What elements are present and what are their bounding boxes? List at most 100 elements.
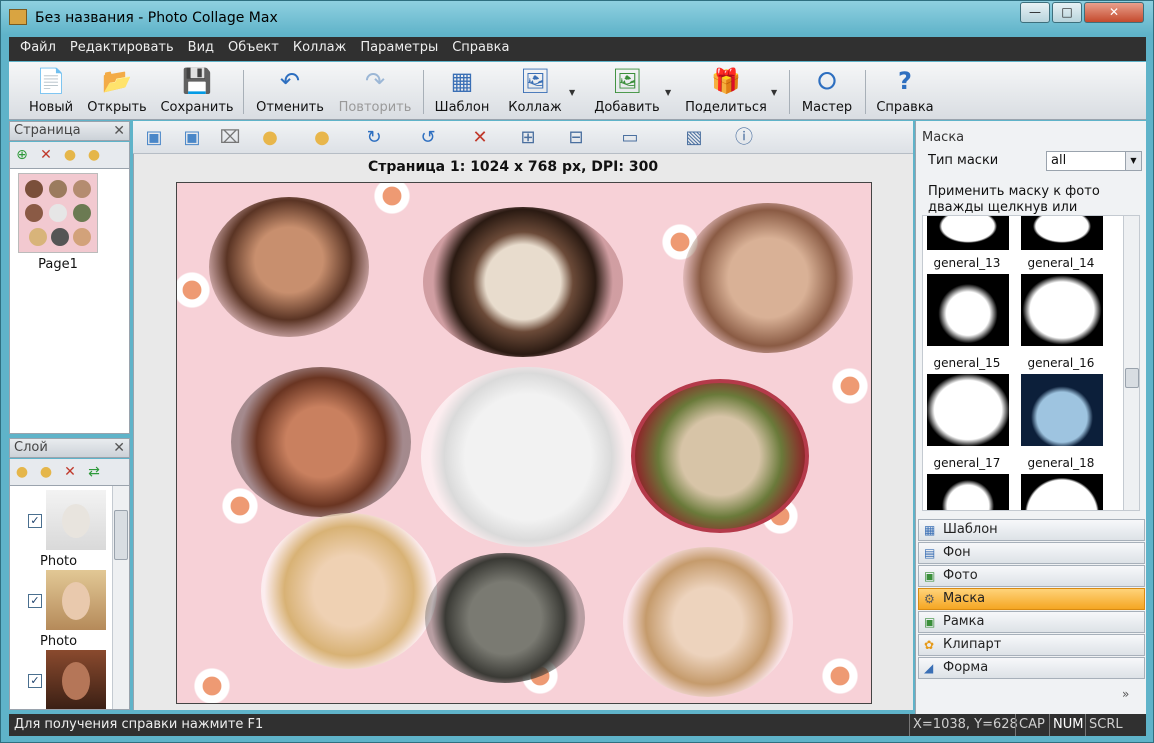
layer-checkbox[interactable]: ✓ xyxy=(28,514,42,528)
menu-help[interactable]: Справка xyxy=(445,37,516,59)
mask-general-13[interactable] xyxy=(927,216,1009,250)
layer-checkbox[interactable]: ✓ xyxy=(28,674,42,688)
layer-panel-tools: ● ● ✕ ⇄ xyxy=(9,459,130,485)
move-down-icon[interactable]: ● xyxy=(84,145,104,165)
menu-edit[interactable]: Редактировать xyxy=(63,37,181,59)
accordion-template[interactable]: ▦ Шаблон xyxy=(918,519,1145,541)
page-panel-close-icon[interactable]: ✕ xyxy=(113,122,125,140)
mask-general-15[interactable] xyxy=(927,274,1009,346)
collage-photo-woman-thinking[interactable] xyxy=(683,203,853,353)
collage-photo-woman-sunglasses[interactable] xyxy=(209,197,369,337)
layer-thumbnail[interactable] xyxy=(46,570,106,630)
size-icon[interactable]: ▭ xyxy=(617,126,643,150)
menu-settings[interactable]: Параметры xyxy=(353,37,445,59)
mask-hint-line2: дважды щелкнув или xyxy=(928,200,1078,214)
collage-photo-woman-face[interactable] xyxy=(231,367,411,517)
layer-down-icon[interactable]: ● xyxy=(36,462,56,482)
mask-general-14[interactable] xyxy=(1021,216,1103,250)
status-help-text: Для получения справки нажмите F1 xyxy=(14,717,264,732)
mask-general-17[interactable] xyxy=(927,374,1009,446)
undo-button[interactable]: ↶ Отменить xyxy=(253,64,327,115)
minimize-button[interactable]: — xyxy=(1020,2,1050,23)
image-icon[interactable]: ▣ xyxy=(141,126,167,150)
flower-decoration xyxy=(827,363,871,409)
accordion-frame[interactable]: ▣ Рамка xyxy=(918,611,1145,633)
accordion-photo[interactable]: ▣ Фото xyxy=(918,565,1145,587)
photo-icon[interactable]: ▣ xyxy=(179,126,205,150)
redo-button[interactable]: ↷ Повторить xyxy=(335,64,415,115)
save-label: Сохранить xyxy=(160,100,234,115)
crop-icon[interactable]: ⌧ xyxy=(217,126,243,150)
add-page-icon[interactable]: ⊕ xyxy=(12,145,32,165)
menu-file[interactable]: Файл xyxy=(9,37,63,59)
remove-background-icon[interactable]: ▧ xyxy=(681,126,707,150)
collage-photo-two-kittens[interactable] xyxy=(631,379,809,533)
collage-photo-gray-cat[interactable] xyxy=(425,553,585,683)
layer-thumbnail[interactable] xyxy=(46,650,106,709)
mask-label: general_14 xyxy=(1027,256,1095,270)
accordion-shape[interactable]: ◢ Форма xyxy=(918,657,1145,679)
collage-dropdown-icon[interactable]: ▼ xyxy=(569,88,575,97)
maximize-button[interactable]: □ xyxy=(1052,2,1082,23)
mask-scrollbar-thumb[interactable] xyxy=(1125,368,1139,388)
accordion-background[interactable]: ▤ Фон xyxy=(918,542,1145,564)
layer-checkbox[interactable]: ✓ xyxy=(28,594,42,608)
help-button[interactable]: ? Справка xyxy=(873,64,937,115)
send-backward-icon[interactable]: ● xyxy=(309,126,335,150)
accordion-mask[interactable]: ⚙ Маска xyxy=(918,588,1145,610)
share-button[interactable]: 🎁 Поделиться xyxy=(681,64,771,115)
share-icon: 🎁 xyxy=(711,67,741,95)
menu-object[interactable]: Объект xyxy=(221,37,286,59)
bring-forward-icon[interactable]: ● xyxy=(257,126,283,150)
delete-layer-icon[interactable]: ✕ xyxy=(60,462,80,482)
layer-thumbnail[interactable] xyxy=(46,490,106,550)
save-button[interactable]: 💾 Сохранить xyxy=(159,64,235,115)
share-label: Поделиться xyxy=(685,100,767,115)
collage-button[interactable]: 🖼 Коллаж xyxy=(503,64,567,115)
mask-type-select[interactable]: all ▼ xyxy=(1046,151,1142,171)
move-up-icon[interactable]: ● xyxy=(60,145,80,165)
align-icon[interactable]: ⊞ xyxy=(515,126,541,150)
menu-collage[interactable]: Коллаж xyxy=(286,37,353,59)
add-button[interactable]: 🖼 Добавить xyxy=(587,64,667,115)
refresh-layers-icon[interactable]: ⇄ xyxy=(84,462,104,482)
frame-icon: ▣ xyxy=(924,615,936,629)
share-dropdown-icon[interactable]: ▼ xyxy=(771,88,777,97)
template-button[interactable]: ▦ Шаблон xyxy=(431,64,493,115)
mask-general-18[interactable] xyxy=(1021,374,1103,446)
add-dropdown-icon[interactable]: ▼ xyxy=(665,88,671,97)
collage-photo-blonde-woman[interactable] xyxy=(261,513,437,669)
delete-icon[interactable]: ✕ xyxy=(467,126,493,150)
toolbar-separator xyxy=(243,70,244,114)
layer-up-icon[interactable]: ● xyxy=(12,462,32,482)
properties-icon[interactable]: ⓘ xyxy=(731,126,757,150)
accordion-more-icon[interactable]: » xyxy=(1122,687,1129,701)
new-label: Новый xyxy=(28,100,74,115)
menu-view[interactable]: Вид xyxy=(181,37,221,59)
chevron-down-icon: ▼ xyxy=(1125,152,1141,170)
rotate-left-icon[interactable]: ↺ xyxy=(415,126,441,150)
page-thumbnail[interactable] xyxy=(18,173,98,253)
close-button[interactable]: ✕ xyxy=(1084,2,1144,23)
layer-scrollbar-thumb[interactable] xyxy=(114,510,128,560)
mask-star[interactable] xyxy=(927,474,1009,510)
collage-canvas[interactable] xyxy=(176,182,872,704)
collage-photo-kitten[interactable] xyxy=(421,367,635,547)
delete-page-icon[interactable]: ✕ xyxy=(36,145,56,165)
mask-oval[interactable] xyxy=(1021,474,1103,510)
accordion-label: Шаблон xyxy=(943,522,998,537)
open-button[interactable]: 📂 Открыть xyxy=(87,64,147,115)
rotate-right-icon[interactable]: ↻ xyxy=(361,126,387,150)
layer-panel-close-icon[interactable]: ✕ xyxy=(113,439,125,457)
layer-scrollbar[interactable] xyxy=(112,486,129,709)
new-button[interactable]: 📄 Новый xyxy=(23,64,79,115)
mask-general-16[interactable] xyxy=(1021,274,1103,346)
mask-label: general_16 xyxy=(1027,356,1095,370)
distribute-icon[interactable]: ⊟ xyxy=(563,126,589,150)
accordion-clipart[interactable]: ✿ Клипарт xyxy=(918,634,1145,656)
collage-photo-blonde-girl[interactable] xyxy=(623,547,793,697)
mask-scrollbar[interactable] xyxy=(1123,216,1139,510)
wizard-button[interactable]: ⭘ Мастер xyxy=(797,64,857,115)
status-num: NUM xyxy=(1049,714,1086,736)
collage-photo-dog[interactable] xyxy=(423,207,623,357)
